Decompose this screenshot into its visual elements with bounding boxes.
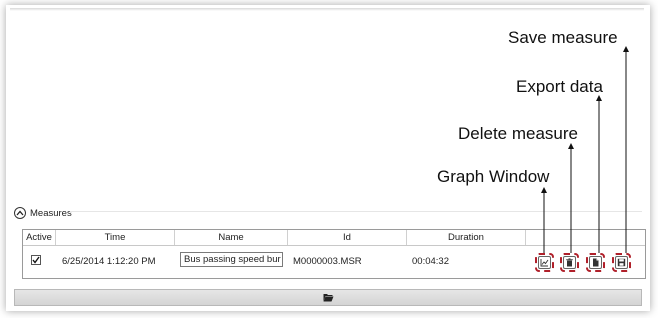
- column-header-active[interactable]: Active: [23, 230, 56, 245]
- save-measure-button[interactable]: [612, 253, 631, 272]
- graph-window-button[interactable]: [535, 253, 554, 272]
- delete-measure-button[interactable]: [560, 253, 579, 272]
- section-divider: [70, 211, 642, 212]
- trash-icon: [563, 256, 576, 269]
- time-cell: 6/25/2014 1:12:20 PM: [62, 256, 156, 267]
- line-chart-icon: [538, 256, 551, 269]
- panel-top-edge: [10, 8, 644, 11]
- measures-section-header[interactable]: Measures: [14, 205, 72, 221]
- column-header-id[interactable]: Id: [288, 230, 407, 245]
- table-header: Active Time Name Id Duration: [23, 230, 645, 246]
- name-input[interactable]: Bus passing speed bur: [180, 252, 283, 267]
- chevron-up-circle-icon[interactable]: [14, 207, 26, 219]
- id-cell: M0000003.MSR: [293, 256, 362, 267]
- measures-title: Measures: [30, 207, 72, 219]
- export-data-button[interactable]: [586, 253, 605, 272]
- document-export-icon: [589, 256, 602, 269]
- column-header-duration[interactable]: Duration: [407, 230, 526, 245]
- duration-cell: 00:04:32: [412, 256, 449, 267]
- save-measure-callout: Save measure: [508, 28, 618, 47]
- floppy-disk-icon: [615, 256, 628, 269]
- measures-table: Active Time Name Id Duration 6/25/2014 1…: [22, 229, 646, 279]
- column-header-name[interactable]: Name: [175, 230, 288, 245]
- active-checkbox[interactable]: [31, 255, 41, 265]
- folder-open-icon[interactable]: [323, 289, 334, 307]
- bottom-toolbar-bar[interactable]: [14, 289, 642, 306]
- export-data-callout: Export data: [516, 77, 603, 96]
- column-header-actions: [526, 230, 645, 245]
- column-header-time[interactable]: Time: [56, 230, 175, 245]
- graph-window-callout: Graph Window: [437, 167, 550, 186]
- delete-measure-callout: Delete measure: [458, 124, 579, 143]
- table-row[interactable]: 6/25/2014 1:12:20 PM Bus passing speed b…: [23, 246, 645, 279]
